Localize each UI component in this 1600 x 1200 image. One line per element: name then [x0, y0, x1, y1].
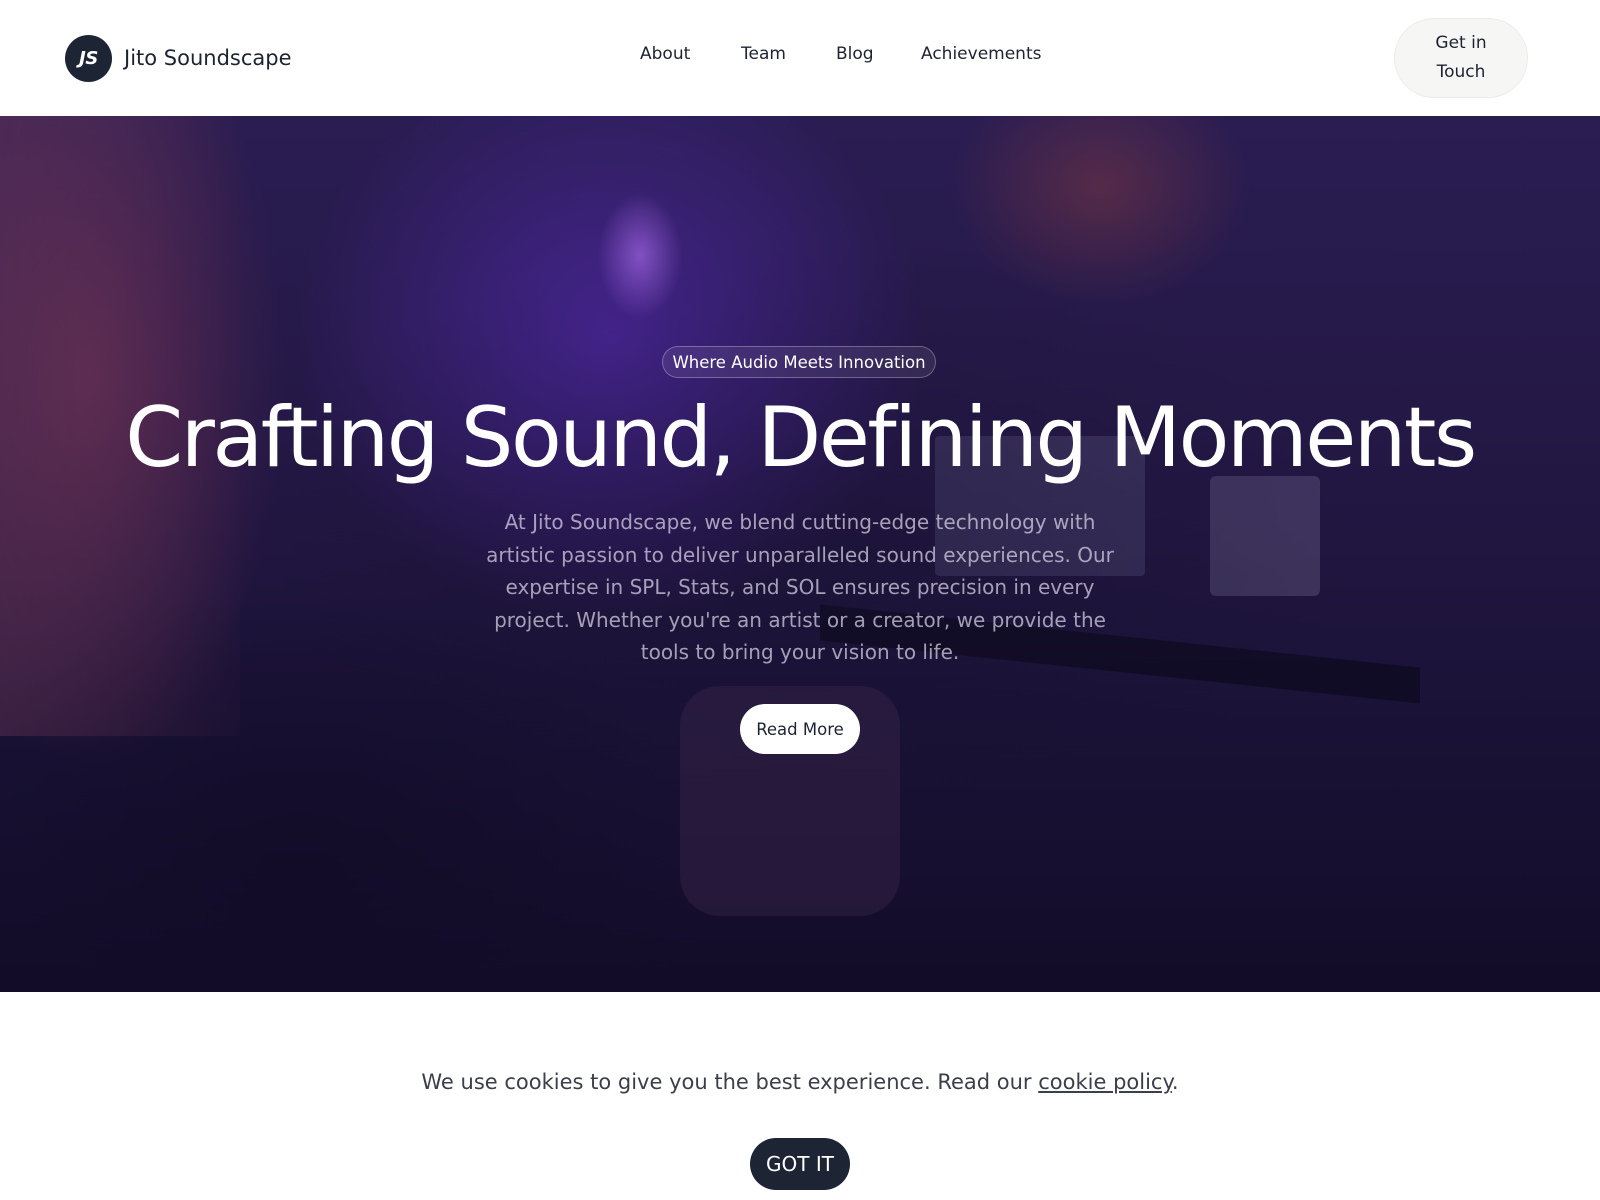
nav-link-achievements[interactable]: Achievements: [921, 44, 1041, 64]
cookie-banner: We use cookies to give you the best expe…: [0, 992, 1600, 1200]
got-it-button[interactable]: GOT IT: [750, 1138, 850, 1190]
hero-description: At Jito Soundscape, we blend cutting-edg…: [486, 510, 1114, 664]
cookie-text-start: We use cookies to give you the best expe…: [421, 1070, 1039, 1094]
hero-headline: Crafting Sound, Defining Moments: [125, 389, 1477, 486]
read-more-button[interactable]: Read More: [740, 704, 860, 754]
site-header: JS Jito Soundscape About Team Blog Achie…: [0, 0, 1600, 116]
cookie-message: We use cookies to give you the best expe…: [0, 1070, 1600, 1094]
nav-link-team[interactable]: Team: [741, 44, 786, 64]
cookie-text-end: .: [1171, 1070, 1179, 1094]
get-in-touch-button[interactable]: Get in Touch: [1394, 18, 1528, 98]
cookie-policy-link[interactable]: cookie policy: [1038, 1070, 1172, 1094]
hero-tagline-badge: Where Audio Meets Innovation: [662, 346, 936, 378]
nav-link-blog[interactable]: Blog: [836, 44, 874, 64]
hero-section: Where Audio Meets Innovation Crafting So…: [0, 116, 1600, 992]
main-nav: About Team Blog Achievements: [0, 44, 1600, 70]
nav-link-about[interactable]: About: [640, 44, 690, 64]
